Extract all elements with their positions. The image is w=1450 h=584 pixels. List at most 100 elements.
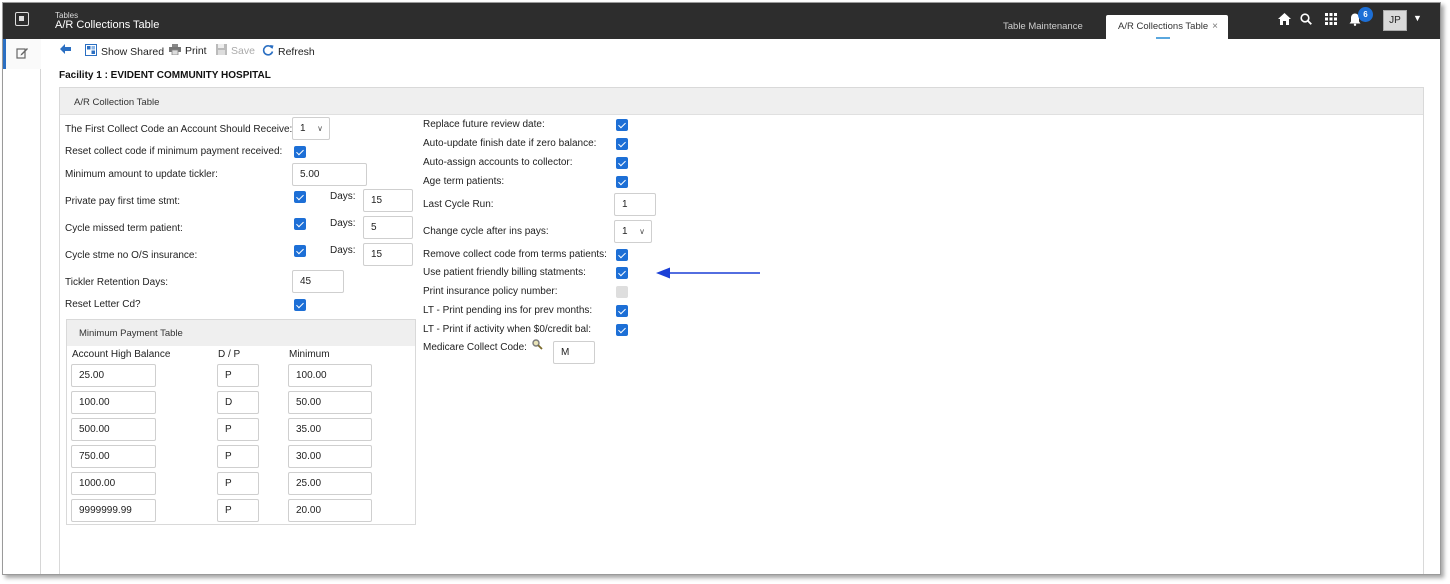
close-icon[interactable]: × [1212,15,1218,39]
balance-input[interactable]: 1000.00 [71,472,156,495]
minimum-payment-title: Minimum Payment Table [79,328,183,339]
avatar[interactable]: JP [1383,10,1407,31]
minimum-payment-header: Minimum Payment Table [67,320,415,346]
minimum-input[interactable]: 100.00 [288,364,372,387]
balance-input[interactable]: 9999999.99 [71,499,156,522]
dp-input[interactable]: P [217,364,259,387]
print-button[interactable]: Print [169,44,207,58]
select-value: 1 [622,226,628,237]
show-shared-button[interactable]: Show Shared [85,44,164,59]
remove-collect-label: Remove collect code from terms patients: [423,249,607,260]
age-term-checkbox[interactable] [616,176,628,188]
change-cycle-label: Change cycle after ins pays: [423,226,549,237]
patient-friendly-checkbox[interactable] [616,267,628,279]
dp-input[interactable]: P [217,472,259,495]
printer-icon [169,44,181,58]
age-term-label: Age term patients: [423,176,505,187]
last-cycle-run-input[interactable]: 1 [614,193,656,216]
chevron-down-icon[interactable]: ▼ [1413,13,1422,23]
replace-future-checkbox[interactable] [616,119,628,131]
back-button[interactable] [60,44,71,57]
top-bar: Tables A/R Collections Table Table Maint… [3,3,1440,39]
tab-ar-collections[interactable]: A/R Collections Table × [1106,15,1228,39]
facility-title: Facility 1 : EVIDENT COMMUNITY HOSPITAL [59,70,271,81]
tab-label: A/R Collections Table [1118,21,1209,32]
save-label: Save [231,45,255,57]
show-shared-label: Show Shared [101,45,165,58]
days-label: Days: [330,218,356,229]
search-icon[interactable] [1300,13,1312,28]
print-policy-checkbox[interactable] [616,286,628,298]
column-header-balance: Account High Balance [72,349,171,360]
lt-activity-label: LT - Print if activity when $0/credit ba… [423,324,592,335]
sidebar-item-edit[interactable] [3,39,41,69]
chevron-down-icon: ∨ [639,227,645,236]
medicare-code-input[interactable]: M [553,341,595,364]
minimum-input[interactable]: 35.00 [288,418,372,441]
first-collect-code-label: The First Collect Code an Account Should… [65,124,293,135]
print-label: Print [185,45,207,57]
minimum-input[interactable]: 50.00 [288,391,372,414]
balance-input[interactable]: 25.00 [71,364,156,387]
lt-pending-checkbox[interactable] [616,305,628,317]
tab-label: Table Maintenance [1003,21,1083,32]
search-icon[interactable] [532,339,543,353]
lt-activity-checkbox[interactable] [616,324,628,336]
tickler-retention-label: Tickler Retention Days: [65,277,168,288]
tickler-retention-input[interactable]: 45 [292,270,344,293]
remove-collect-checkbox[interactable] [616,249,628,261]
minimum-amount-input[interactable]: 5.00 [292,163,367,186]
dp-input[interactable]: P [217,499,259,522]
reset-letter-checkbox[interactable] [294,299,306,311]
cycle-missed-checkbox[interactable] [294,218,306,230]
cycle-missed-days-input[interactable]: 5 [363,216,413,239]
reset-collect-code-label: Reset collect code if minimum payment re… [65,146,283,157]
reset-letter-label: Reset Letter Cd? [65,299,141,310]
panel-header: A/R Collection Table [60,88,1423,115]
minimum-amount-label: Minimum amount to update tickler: [65,169,218,180]
tab-table-maintenance[interactable]: Table Maintenance [991,15,1095,39]
shared-icon [85,44,97,59]
lt-pending-label: LT - Print pending ins for prev months: [423,305,593,316]
days-label: Days: [330,245,356,256]
minimum-input[interactable]: 25.00 [288,472,372,495]
dp-input[interactable]: P [217,445,259,468]
balance-input[interactable]: 750.00 [71,445,156,468]
reset-collect-code-checkbox[interactable] [294,146,306,158]
cycle-stme-checkbox[interactable] [294,245,306,257]
annotation-arrow-icon [656,267,760,279]
cycle-missed-label: Cycle missed term patient: [65,223,183,234]
private-pay-label: Private pay first time stmt: [65,196,181,207]
auto-update-finish-checkbox[interactable] [616,138,628,150]
dp-input[interactable]: D [217,391,259,414]
save-icon [216,44,227,58]
edit-icon [16,46,29,62]
cycle-stme-label: Cycle stme no O/S insurance: [65,250,198,261]
minimum-input[interactable]: 30.00 [288,445,372,468]
home-icon[interactable] [1278,13,1291,28]
private-pay-days-input[interactable]: 15 [363,189,413,212]
sidebar [3,39,41,574]
cycle-stme-days-input[interactable]: 15 [363,243,413,266]
panel-title: A/R Collection Table [74,97,160,108]
apps-grid-icon[interactable] [1325,13,1337,28]
app-menu-icon[interactable] [15,12,29,26]
chevron-down-icon: ∨ [317,124,323,133]
save-button[interactable]: Save [216,44,255,58]
page-title: A/R Collections Table [55,19,160,31]
last-cycle-run-label: Last Cycle Run: [423,199,494,210]
replace-future-label: Replace future review date: [423,119,545,130]
minimum-input[interactable]: 20.00 [288,499,372,522]
dp-input[interactable]: P [217,418,259,441]
auto-assign-label: Auto-assign accounts to collector: [423,157,573,168]
refresh-icon [262,44,274,59]
refresh-label: Refresh [278,45,315,58]
change-cycle-select[interactable]: 1 ∨ [614,220,652,243]
column-header-dp: D / P [218,349,241,360]
balance-input[interactable]: 100.00 [71,391,156,414]
balance-input[interactable]: 500.00 [71,418,156,441]
first-collect-code-select[interactable]: 1 ∨ [292,117,330,140]
refresh-button[interactable]: Refresh [262,44,315,59]
private-pay-checkbox[interactable] [294,191,306,203]
auto-assign-checkbox[interactable] [616,157,628,169]
